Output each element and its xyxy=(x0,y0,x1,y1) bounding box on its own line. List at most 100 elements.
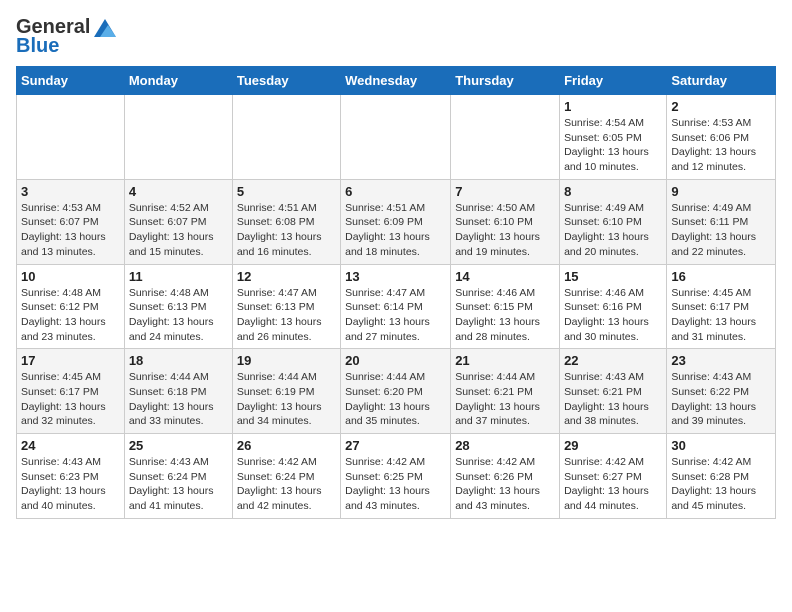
day-info: Sunrise: 4:43 AM Sunset: 6:24 PM Dayligh… xyxy=(129,455,228,514)
weekday-header-monday: Monday xyxy=(124,67,232,95)
calendar-cell: 30Sunrise: 4:42 AM Sunset: 6:28 PM Dayli… xyxy=(667,434,776,519)
calendar-cell: 19 Sunrise: 4:44 AM Sunset: 6:19 PM Dayli… xyxy=(232,349,340,434)
calendar-cell: 16Sunrise: 4:45 AM Sunset: 6:17 PM Dayli… xyxy=(667,264,776,349)
day-info: Sunrise: 4:45 AM Sunset: 6:17 PM Dayligh… xyxy=(21,370,120,429)
calendar-cell: 11Sunrise: 4:48 AM Sunset: 6:13 PM Dayli… xyxy=(124,264,232,349)
day-number: 11 xyxy=(129,269,228,284)
calendar-cell: 18 Sunrise: 4:44 AM Sunset: 6:18 PM Dayli… xyxy=(124,349,232,434)
day-number: 5 xyxy=(237,184,336,199)
day-number: 17 xyxy=(21,353,120,368)
calendar-cell: 13 Sunrise: 4:47 AM Sunset: 6:14 PM Dayli… xyxy=(341,264,451,349)
day-info: Sunrise: 4:51 AM Sunset: 6:09 PM Dayligh… xyxy=(345,201,446,260)
logo-icon xyxy=(94,19,116,37)
weekday-header-friday: Friday xyxy=(560,67,667,95)
day-number: 24 xyxy=(21,438,120,453)
day-number: 29 xyxy=(564,438,662,453)
calendar-week-row: 17 Sunrise: 4:45 AM Sunset: 6:17 PM Dayli… xyxy=(17,349,776,434)
day-number: 4 xyxy=(129,184,228,199)
logo: General Blue xyxy=(16,16,116,58)
day-info: Sunrise: 4:50 AM Sunset: 6:10 PM Dayligh… xyxy=(455,201,555,260)
weekday-header-wednesday: Wednesday xyxy=(341,67,451,95)
day-number: 13 xyxy=(345,269,446,284)
calendar-cell xyxy=(341,95,451,180)
day-info: Sunrise: 4:43 AM Sunset: 6:23 PM Dayligh… xyxy=(21,455,120,514)
page-header: General Blue xyxy=(16,16,776,58)
weekday-header-tuesday: Tuesday xyxy=(232,67,340,95)
day-number: 26 xyxy=(237,438,336,453)
calendar-cell: 8 Sunrise: 4:49 AM Sunset: 6:10 PM Daylig… xyxy=(560,179,667,264)
calendar-cell: 10 Sunrise: 4:48 AM Sunset: 6:12 PM Dayli… xyxy=(17,264,125,349)
calendar-header-row: SundayMondayTuesdayWednesdayThursdayFrid… xyxy=(17,67,776,95)
weekday-header-saturday: Saturday xyxy=(667,67,776,95)
day-info: Sunrise: 4:42 AM Sunset: 6:26 PM Dayligh… xyxy=(455,455,555,514)
day-number: 6 xyxy=(345,184,446,199)
calendar-week-row: 1 Sunrise: 4:54 AM Sunset: 6:05 PM Daylig… xyxy=(17,95,776,180)
calendar-cell: 20Sunrise: 4:44 AM Sunset: 6:20 PM Dayli… xyxy=(341,349,451,434)
day-info: Sunrise: 4:44 AM Sunset: 6:18 PM Dayligh… xyxy=(129,370,228,429)
day-info: Sunrise: 4:49 AM Sunset: 6:10 PM Dayligh… xyxy=(564,201,662,260)
calendar-cell: 22 Sunrise: 4:43 AM Sunset: 6:21 PM Dayli… xyxy=(560,349,667,434)
calendar-week-row: 24 Sunrise: 4:43 AM Sunset: 6:23 PM Dayli… xyxy=(17,434,776,519)
calendar-cell: 7 Sunrise: 4:50 AM Sunset: 6:10 PM Daylig… xyxy=(451,179,560,264)
day-info: Sunrise: 4:48 AM Sunset: 6:12 PM Dayligh… xyxy=(21,286,120,345)
calendar-cell: 14 Sunrise: 4:46 AM Sunset: 6:15 PM Dayli… xyxy=(451,264,560,349)
day-info: Sunrise: 4:43 AM Sunset: 6:22 PM Dayligh… xyxy=(671,370,771,429)
day-info: Sunrise: 4:42 AM Sunset: 6:27 PM Dayligh… xyxy=(564,455,662,514)
day-number: 20 xyxy=(345,353,446,368)
day-info: Sunrise: 4:47 AM Sunset: 6:14 PM Dayligh… xyxy=(345,286,446,345)
weekday-header-sunday: Sunday xyxy=(17,67,125,95)
calendar-cell xyxy=(17,95,125,180)
day-info: Sunrise: 4:46 AM Sunset: 6:16 PM Dayligh… xyxy=(564,286,662,345)
day-info: Sunrise: 4:42 AM Sunset: 6:24 PM Dayligh… xyxy=(237,455,336,514)
day-number: 22 xyxy=(564,353,662,368)
calendar-cell: 5 Sunrise: 4:51 AM Sunset: 6:08 PM Daylig… xyxy=(232,179,340,264)
day-info: Sunrise: 4:51 AM Sunset: 6:08 PM Dayligh… xyxy=(237,201,336,260)
day-info: Sunrise: 4:53 AM Sunset: 6:07 PM Dayligh… xyxy=(21,201,120,260)
calendar-cell: 24 Sunrise: 4:43 AM Sunset: 6:23 PM Dayli… xyxy=(17,434,125,519)
calendar-cell xyxy=(232,95,340,180)
day-info: Sunrise: 4:49 AM Sunset: 6:11 PM Dayligh… xyxy=(671,201,771,260)
logo-blue-text: Blue xyxy=(16,35,59,58)
day-number: 10 xyxy=(21,269,120,284)
calendar-cell: 6 Sunrise: 4:51 AM Sunset: 6:09 PM Daylig… xyxy=(341,179,451,264)
day-number: 12 xyxy=(237,269,336,284)
calendar-cell: 28 Sunrise: 4:42 AM Sunset: 6:26 PM Dayli… xyxy=(451,434,560,519)
day-info: Sunrise: 4:54 AM Sunset: 6:05 PM Dayligh… xyxy=(564,116,662,175)
calendar-cell: 21Sunrise: 4:44 AM Sunset: 6:21 PM Dayli… xyxy=(451,349,560,434)
calendar-cell: 1 Sunrise: 4:54 AM Sunset: 6:05 PM Daylig… xyxy=(560,95,667,180)
day-number: 30 xyxy=(671,438,771,453)
day-number: 15 xyxy=(564,269,662,284)
calendar-cell: 9 Sunrise: 4:49 AM Sunset: 6:11 PM Daylig… xyxy=(667,179,776,264)
day-number: 7 xyxy=(455,184,555,199)
day-number: 19 xyxy=(237,353,336,368)
day-info: Sunrise: 4:53 AM Sunset: 6:06 PM Dayligh… xyxy=(671,116,771,175)
day-info: Sunrise: 4:42 AM Sunset: 6:25 PM Dayligh… xyxy=(345,455,446,514)
calendar-cell xyxy=(451,95,560,180)
day-info: Sunrise: 4:52 AM Sunset: 6:07 PM Dayligh… xyxy=(129,201,228,260)
day-number: 3 xyxy=(21,184,120,199)
day-info: Sunrise: 4:44 AM Sunset: 6:19 PM Dayligh… xyxy=(237,370,336,429)
calendar-cell: 26 Sunrise: 4:42 AM Sunset: 6:24 PM Dayli… xyxy=(232,434,340,519)
day-number: 16 xyxy=(671,269,771,284)
weekday-header-thursday: Thursday xyxy=(451,67,560,95)
calendar-cell: 4 Sunrise: 4:52 AM Sunset: 6:07 PM Daylig… xyxy=(124,179,232,264)
calendar-week-row: 10 Sunrise: 4:48 AM Sunset: 6:12 PM Dayli… xyxy=(17,264,776,349)
day-number: 27 xyxy=(345,438,446,453)
day-info: Sunrise: 4:44 AM Sunset: 6:21 PM Dayligh… xyxy=(455,370,555,429)
day-info: Sunrise: 4:47 AM Sunset: 6:13 PM Dayligh… xyxy=(237,286,336,345)
day-number: 28 xyxy=(455,438,555,453)
day-number: 18 xyxy=(129,353,228,368)
calendar-cell: 3 Sunrise: 4:53 AM Sunset: 6:07 PM Daylig… xyxy=(17,179,125,264)
day-info: Sunrise: 4:46 AM Sunset: 6:15 PM Dayligh… xyxy=(455,286,555,345)
calendar-cell: 12 Sunrise: 4:47 AM Sunset: 6:13 PM Dayli… xyxy=(232,264,340,349)
calendar-week-row: 3 Sunrise: 4:53 AM Sunset: 6:07 PM Daylig… xyxy=(17,179,776,264)
day-number: 1 xyxy=(564,99,662,114)
day-number: 8 xyxy=(564,184,662,199)
day-info: Sunrise: 4:43 AM Sunset: 6:21 PM Dayligh… xyxy=(564,370,662,429)
day-number: 14 xyxy=(455,269,555,284)
day-number: 9 xyxy=(671,184,771,199)
calendar-cell: 15 Sunrise: 4:46 AM Sunset: 6:16 PM Dayli… xyxy=(560,264,667,349)
calendar-cell: 2Sunrise: 4:53 AM Sunset: 6:06 PM Daylig… xyxy=(667,95,776,180)
calendar-cell: 23 Sunrise: 4:43 AM Sunset: 6:22 PM Dayli… xyxy=(667,349,776,434)
day-number: 23 xyxy=(671,353,771,368)
